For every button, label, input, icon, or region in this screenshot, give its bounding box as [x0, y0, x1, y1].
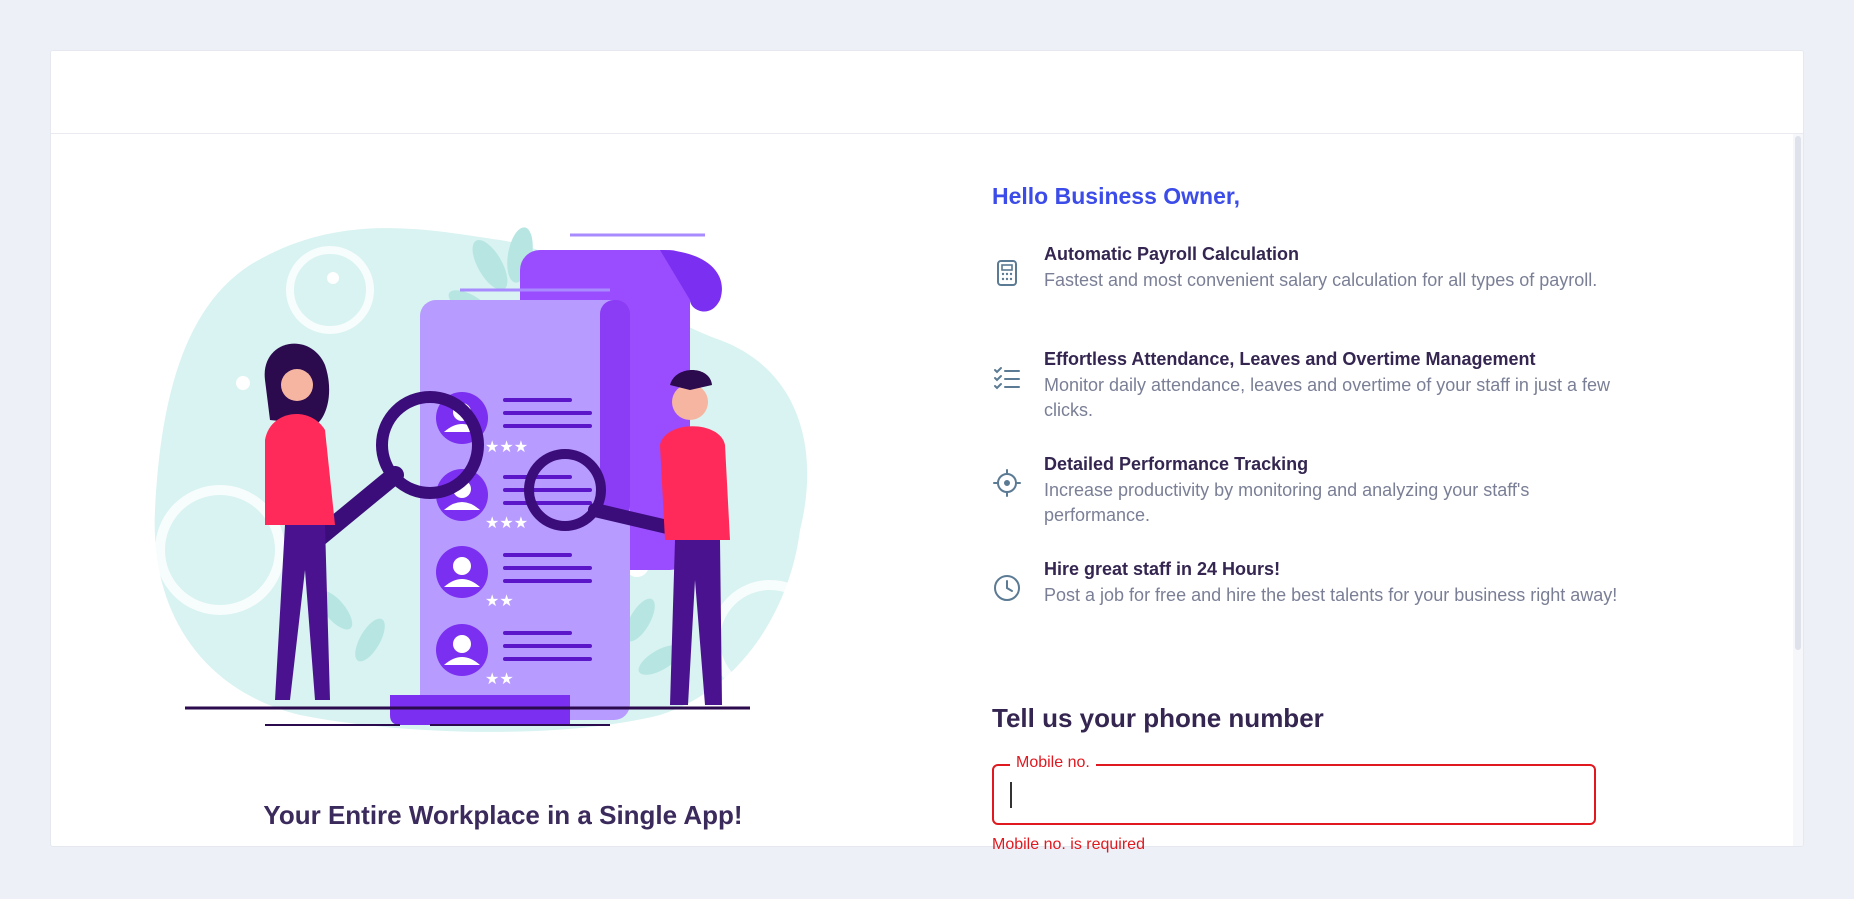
tagline: Your Entire Workplace in a Single App!: [263, 800, 743, 830]
svg-text:★★: ★★: [485, 669, 514, 688]
svg-text:★★: ★★: [485, 591, 514, 610]
feature-description: Fastest and most convenient salary calcu…: [1044, 270, 1598, 290]
text-caret: [1010, 782, 1012, 808]
hr-illustration: ★★★ ★★★ ★★ ★★: [154, 227, 830, 732]
feature-title: Hire great staff in 24 Hours!: [1044, 559, 1281, 579]
card-header: [51, 51, 1803, 134]
feature-description: Post a job for free and hire the best ta…: [1044, 585, 1618, 605]
checklist-icon: [992, 363, 1022, 393]
svg-text:★★★: ★★★: [485, 437, 528, 456]
svg-text:★★★: ★★★: [485, 513, 528, 532]
feature-title: Effortless Attendance, Leaves and Overti…: [1044, 349, 1536, 369]
target-icon: [992, 468, 1022, 498]
feature-title: Detailed Performance Tracking: [1044, 454, 1309, 474]
mobile-number-input[interactable]: [1005, 776, 1579, 814]
feature-title: Automatic Payroll Calculation: [1044, 244, 1300, 264]
greeting-heading: Hello Business Owner,: [992, 183, 1240, 209]
feature-description: Increase productivity by monitoring and …: [1044, 480, 1530, 525]
mobile-error-message: Mobile no. is required: [992, 836, 1145, 853]
clock-icon: [992, 573, 1022, 603]
scrollbar-thumb[interactable]: [1795, 136, 1801, 650]
feature-description: Monitor daily attendance, leaves and ove…: [1044, 375, 1610, 420]
calculator-icon: [992, 258, 1022, 288]
mobile-field-label: Mobile no.: [1010, 754, 1096, 772]
phone-heading: Tell us your phone number: [992, 703, 1324, 733]
